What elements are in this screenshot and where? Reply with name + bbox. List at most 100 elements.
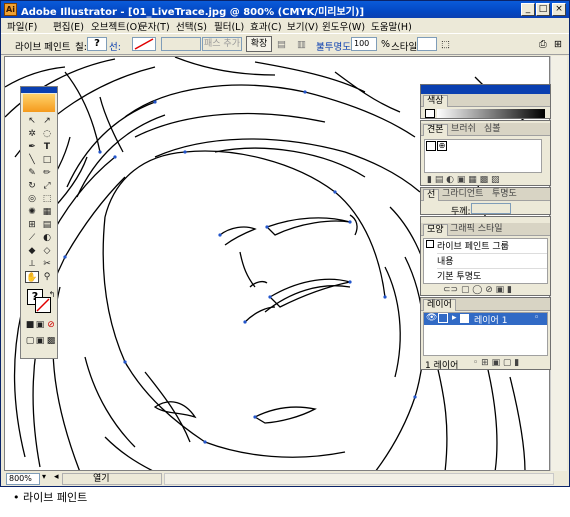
- select-similar-icon[interactable]: ⬚: [441, 39, 450, 50]
- menu-help[interactable]: 도움말(H): [371, 19, 412, 33]
- direct-selection-tool-icon[interactable]: ↗: [40, 115, 54, 127]
- document-setup-icon[interactable]: ⎙: [539, 39, 547, 50]
- maximize-button[interactable]: □: [536, 3, 550, 16]
- swap-colors-icon[interactable]: ↰: [45, 289, 59, 301]
- layer-row[interactable]: 👁 ▸ 레이어 1 ◦: [424, 313, 547, 326]
- menu-file[interactable]: 파일(F): [7, 19, 37, 33]
- minimize-button[interactable]: _: [521, 3, 535, 16]
- zoom-level-field[interactable]: 800%: [6, 473, 40, 485]
- gradient-tool-icon[interactable]: ▤: [40, 219, 54, 231]
- none-mode-icon[interactable]: ⊘: [44, 319, 58, 331]
- stroke-swatch[interactable]: [132, 37, 156, 51]
- color-none-swatch[interactable]: [425, 109, 435, 118]
- appearance-contents-row[interactable]: 내용: [437, 253, 547, 267]
- blend-tool-icon[interactable]: ◐: [40, 232, 54, 244]
- caption-text: 라이브 페인트: [23, 491, 88, 504]
- rotate-tool-icon[interactable]: ↻: [25, 180, 39, 192]
- live-paint-bucket-tool-icon[interactable]: ◆: [25, 245, 39, 257]
- tab-appearance[interactable]: 모양: [423, 224, 448, 236]
- appearance-panel-tabs: 모양 그래픽 스타일: [421, 223, 550, 236]
- warp-tool-icon[interactable]: ◎: [25, 193, 39, 205]
- toolbox-header[interactable]: [21, 87, 57, 93]
- color-panel: 색상: [420, 84, 551, 119]
- tab-swatches[interactable]: 견본: [423, 124, 448, 136]
- visibility-eye-icon[interactable]: 👁: [426, 313, 437, 323]
- toolbox: ↖ ↗ ✲ ◌ ✒ T ╲ □ ✎ ✏ ↻ ⤢ ◎ ⬚ ✺ ▦ ⊞ ▤ ⟋ ◐ …: [20, 86, 58, 359]
- scissors-tool-icon[interactable]: ✂: [40, 258, 54, 270]
- swatch-none[interactable]: [426, 141, 436, 151]
- line-tool-icon[interactable]: ╲: [25, 154, 39, 166]
- opacity-unit: %: [381, 39, 391, 50]
- nav-prev-icon[interactable]: ◂: [54, 472, 59, 482]
- symbol-sprayer-tool-icon[interactable]: ✺: [25, 206, 39, 218]
- add-path-button[interactable]: 패스 추가: [202, 37, 242, 51]
- fill-swatch[interactable]: ?: [87, 37, 107, 51]
- rectangle-tool-icon[interactable]: □: [40, 154, 54, 166]
- full-screen-icon[interactable]: ▩: [44, 335, 58, 347]
- lasso-tool-icon[interactable]: ◌: [40, 128, 54, 140]
- target-circle-icon[interactable]: ◦: [534, 313, 539, 323]
- live-paint-selection-tool-icon[interactable]: ◇: [40, 245, 54, 257]
- align-icon[interactable]: ▥: [297, 39, 306, 50]
- menu-type[interactable]: 문자(T): [139, 19, 170, 33]
- menu-window[interactable]: 윈도우(W): [322, 19, 365, 33]
- tab-color[interactable]: 색상: [423, 95, 448, 107]
- swatches-footer-icons[interactable]: ▮ ▤ ◐ ▣ ▦ ▩ ▨: [427, 175, 500, 185]
- stroke-weight-input[interactable]: [471, 203, 511, 214]
- tab-gradient[interactable]: 그라디언트: [439, 189, 486, 201]
- stroke-panel: 선 그라디언트 투명도 두께:: [420, 187, 551, 217]
- close-button[interactable]: ×: [552, 3, 566, 16]
- type-tool-icon[interactable]: T: [40, 141, 54, 153]
- menu-effect[interactable]: 효과(C): [250, 19, 282, 33]
- hand-tool-icon[interactable]: ✋: [25, 271, 39, 283]
- layer-name[interactable]: 레이어 1: [474, 313, 507, 326]
- selection-tool-icon[interactable]: ↖: [25, 115, 39, 127]
- appearance-target-title: 라이브 페인트 그룹: [437, 242, 509, 252]
- lock-toggle[interactable]: [438, 313, 448, 323]
- zoom-dropdown-icon[interactable]: ▾: [42, 472, 46, 481]
- mesh-tool-icon[interactable]: ⊞: [25, 219, 39, 231]
- expand-triangle-icon[interactable]: ▸: [452, 313, 457, 323]
- swatch-registration[interactable]: ⊕: [437, 141, 447, 151]
- layers-footer-icons[interactable]: ◦ ⊞ ▣ ▢ ▮: [473, 358, 519, 368]
- stroke-panel-tabs: 선 그라디언트 투명도: [421, 188, 550, 201]
- control-bar: 라이브 페인트 칠: ? 선: 패스 추가 확장 ▤ ▥ 불투명도: 100 %…: [1, 33, 569, 55]
- stroke-weight-field[interactable]: [161, 37, 201, 51]
- tab-symbols[interactable]: 심볼: [481, 124, 504, 136]
- menu-filter[interactable]: 필터(L): [214, 19, 244, 33]
- zoom-tool-icon[interactable]: ⚲: [40, 271, 54, 283]
- tab-brushes[interactable]: 브러쉬: [448, 124, 479, 136]
- menu-select[interactable]: 선택(S): [176, 19, 207, 33]
- tab-stroke[interactable]: 선: [423, 189, 440, 201]
- status-info[interactable]: 열기: [62, 473, 162, 485]
- eyedropper-tool-icon[interactable]: ⟋: [25, 232, 39, 244]
- style-label: 스타일:: [391, 42, 421, 53]
- paintbrush-tool-icon[interactable]: ✎: [25, 167, 39, 179]
- free-transform-tool-icon[interactable]: ⬚: [40, 193, 54, 205]
- expand-button[interactable]: 확장: [246, 36, 272, 52]
- menu-edit[interactable]: 편집(E): [53, 19, 84, 33]
- pen-tool-icon[interactable]: ✒: [25, 141, 39, 153]
- vertical-scrollbar[interactable]: [550, 56, 567, 471]
- tab-layers[interactable]: 레이어: [423, 299, 456, 311]
- style-picker[interactable]: [417, 37, 437, 51]
- menu-view[interactable]: 보기(V): [287, 19, 318, 33]
- color-panel-header[interactable]: [421, 85, 550, 94]
- slice-tool-icon[interactable]: ⟂: [25, 258, 39, 270]
- opacity-input[interactable]: 100: [351, 37, 377, 51]
- graph-tool-icon[interactable]: ▦: [40, 206, 54, 218]
- magic-wand-tool-icon[interactable]: ✲: [25, 128, 39, 140]
- layer-thumbnail: [460, 314, 469, 323]
- graphic-style-icon[interactable]: ▤: [277, 39, 286, 50]
- illustrator-app-icon: Ai: [4, 3, 17, 16]
- scale-tool-icon[interactable]: ⤢: [40, 180, 54, 192]
- color-ramp-bar[interactable]: [437, 109, 545, 118]
- menu-object[interactable]: 오브젝트(O): [91, 19, 141, 33]
- pencil-tool-icon[interactable]: ✏: [40, 167, 54, 179]
- appearance-footer-icons[interactable]: ⊂⊃ ▢ ◯ ⊘ ▣ ▮: [443, 285, 512, 295]
- tab-graphic-styles[interactable]: 그래픽 스타일: [447, 224, 506, 236]
- horizontal-scrollbar[interactable]: [164, 473, 554, 485]
- control-menu-icon[interactable]: ⊞: [554, 39, 562, 50]
- appearance-default-opacity-row[interactable]: 기본 투명도: [437, 268, 547, 282]
- tab-transparency[interactable]: 투명도: [489, 189, 520, 201]
